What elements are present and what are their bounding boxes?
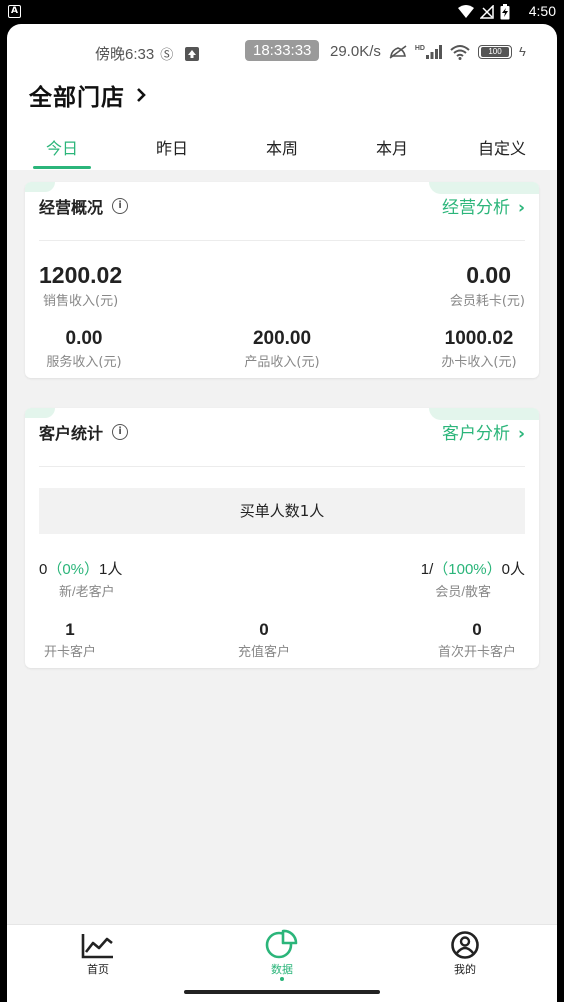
buyer-count-bar: 买单人数1人	[39, 488, 525, 534]
nav-mine[interactable]: 我的	[425, 931, 505, 977]
sim-icon: Ⓢ	[160, 47, 174, 62]
first-open-card-customers-stat: 0 首次开卡客户	[429, 620, 525, 660]
mute-icon	[389, 44, 407, 59]
system-status-bar: A 4:50	[0, 0, 564, 24]
battery-charging-icon	[500, 4, 510, 20]
divider	[39, 466, 525, 467]
battery-level-text: 100	[481, 46, 509, 57]
card-income-value: 1000.02	[444, 328, 514, 349]
inner-time-text: 傍晚6:33	[95, 46, 155, 63]
member-consumption-label: 会员耗卡(元)	[449, 294, 525, 309]
tab-this-month[interactable]: 本月	[337, 130, 447, 170]
chevron-right-icon: ›	[517, 198, 525, 218]
nav-home[interactable]: 首页	[58, 931, 138, 977]
customer-analysis-link[interactable]: 客户分析 ›	[442, 419, 525, 444]
open-card-customers-value: 1	[65, 620, 75, 639]
charging-icon: ϟ	[519, 44, 526, 59]
member-consumption-stat: 0.00 会员耗卡(元)	[450, 262, 525, 309]
first-open-card-customers-label: 首次开卡客户	[437, 645, 516, 660]
nav-data-label: 数据	[271, 963, 293, 976]
content-area: 经营概况 i 经营分析 › 1200.02 销售收入(元) 0.00 会员耗卡(元…	[7, 170, 557, 924]
gesture-home-bar[interactable]	[184, 990, 380, 994]
hd-label: HD	[414, 44, 425, 52]
service-income-value: 0.00	[65, 328, 103, 349]
active-indicator-dot	[280, 977, 284, 981]
recharge-customers-stat: 0 充值客户	[232, 620, 296, 660]
network-speed: 29.0K/s	[330, 43, 381, 60]
business-analysis-link[interactable]: 经营分析 ›	[442, 193, 525, 218]
inner-battery-icon: 100	[478, 44, 512, 59]
date-range-tabs: 今日 昨日 本周 本月 自定义	[7, 130, 557, 170]
product-income-label: 产品收入(元)	[244, 355, 320, 370]
signal-icon	[426, 44, 442, 59]
member-walkin-ratio: 1/（100%）0人 会员/散客	[420, 561, 525, 599]
notification-a-icon: A	[8, 5, 21, 18]
profile-icon	[451, 931, 479, 959]
wifi-icon	[458, 5, 474, 18]
tab-custom[interactable]: 自定义	[447, 130, 557, 170]
app-screen: 傍晚6:33 Ⓢ 18:33:33 29.0K/s HD 100 ϟ 全部门店 …	[7, 24, 557, 1002]
inner-status-bar: 傍晚6:33 Ⓢ 18:33:33 29.0K/s HD 100 ϟ	[7, 38, 557, 66]
first-open-card-customers-value: 0	[472, 620, 482, 639]
sales-income-value: 1200.02	[39, 262, 123, 288]
open-card-customers-label: 开卡客户	[43, 645, 96, 660]
no-signal-icon	[480, 5, 494, 19]
inner-clock-badge: 18:33:33	[245, 40, 320, 61]
member-consumption-value: 0.00	[466, 262, 511, 288]
upload-icon	[185, 46, 200, 61]
tab-today[interactable]: 今日	[7, 130, 117, 170]
service-income-stat: 0.00 服务收入(元)	[25, 328, 143, 370]
product-income-stat: 200.00 产品收入(元)	[222, 328, 342, 370]
sales-income-label: 销售收入(元)	[43, 294, 119, 309]
chevron-right-icon: ›	[517, 424, 525, 444]
info-icon[interactable]: i	[112, 198, 129, 214]
divider	[39, 240, 525, 241]
business-overview-title: 经营概况	[39, 198, 104, 217]
new-old-customer-label: 新/老客户	[59, 584, 115, 599]
nav-data[interactable]: 数据	[242, 929, 322, 981]
system-clock: 4:50	[528, 3, 556, 19]
card-income-stat: 1000.02 办卡收入(元)	[429, 328, 529, 370]
business-overview-card: 经营概况 i 经营分析 › 1200.02 销售收入(元) 0.00 会员耗卡(元…	[25, 182, 539, 378]
customer-stats-title: 客户统计	[39, 424, 104, 443]
line-chart-icon	[81, 934, 113, 959]
pie-chart-icon	[265, 929, 298, 959]
info-icon[interactable]: i	[112, 424, 129, 440]
open-card-customers-stat: 1 开卡客户	[39, 620, 101, 660]
product-income-value: 200.00	[252, 328, 312, 349]
sales-income-stat: 1200.02 销售收入(元)	[39, 262, 122, 309]
chevron-right-icon	[137, 88, 146, 102]
customer-stats-card: 客户统计 i 客户分析 › 买单人数1人 0（0%）1人 新/老客户 1/（100…	[25, 408, 539, 668]
tab-this-week[interactable]: 本周	[227, 130, 337, 170]
recharge-customers-label: 充值客户	[237, 645, 290, 660]
member-walkin-label: 会员/散客	[435, 584, 491, 599]
nav-home-label: 首页	[87, 963, 109, 976]
recharge-customers-value: 0	[259, 620, 269, 639]
nav-mine-label: 我的	[454, 963, 476, 976]
store-title: 全部门店	[29, 85, 125, 111]
card-income-label: 办卡收入(元)	[441, 355, 517, 370]
store-selector[interactable]: 全部门店	[29, 78, 147, 112]
inner-wifi-icon	[450, 44, 470, 60]
tab-yesterday[interactable]: 昨日	[117, 130, 227, 170]
service-income-label: 服务收入(元)	[46, 355, 122, 370]
new-old-customer-ratio: 0（0%）1人 新/老客户	[39, 561, 123, 599]
